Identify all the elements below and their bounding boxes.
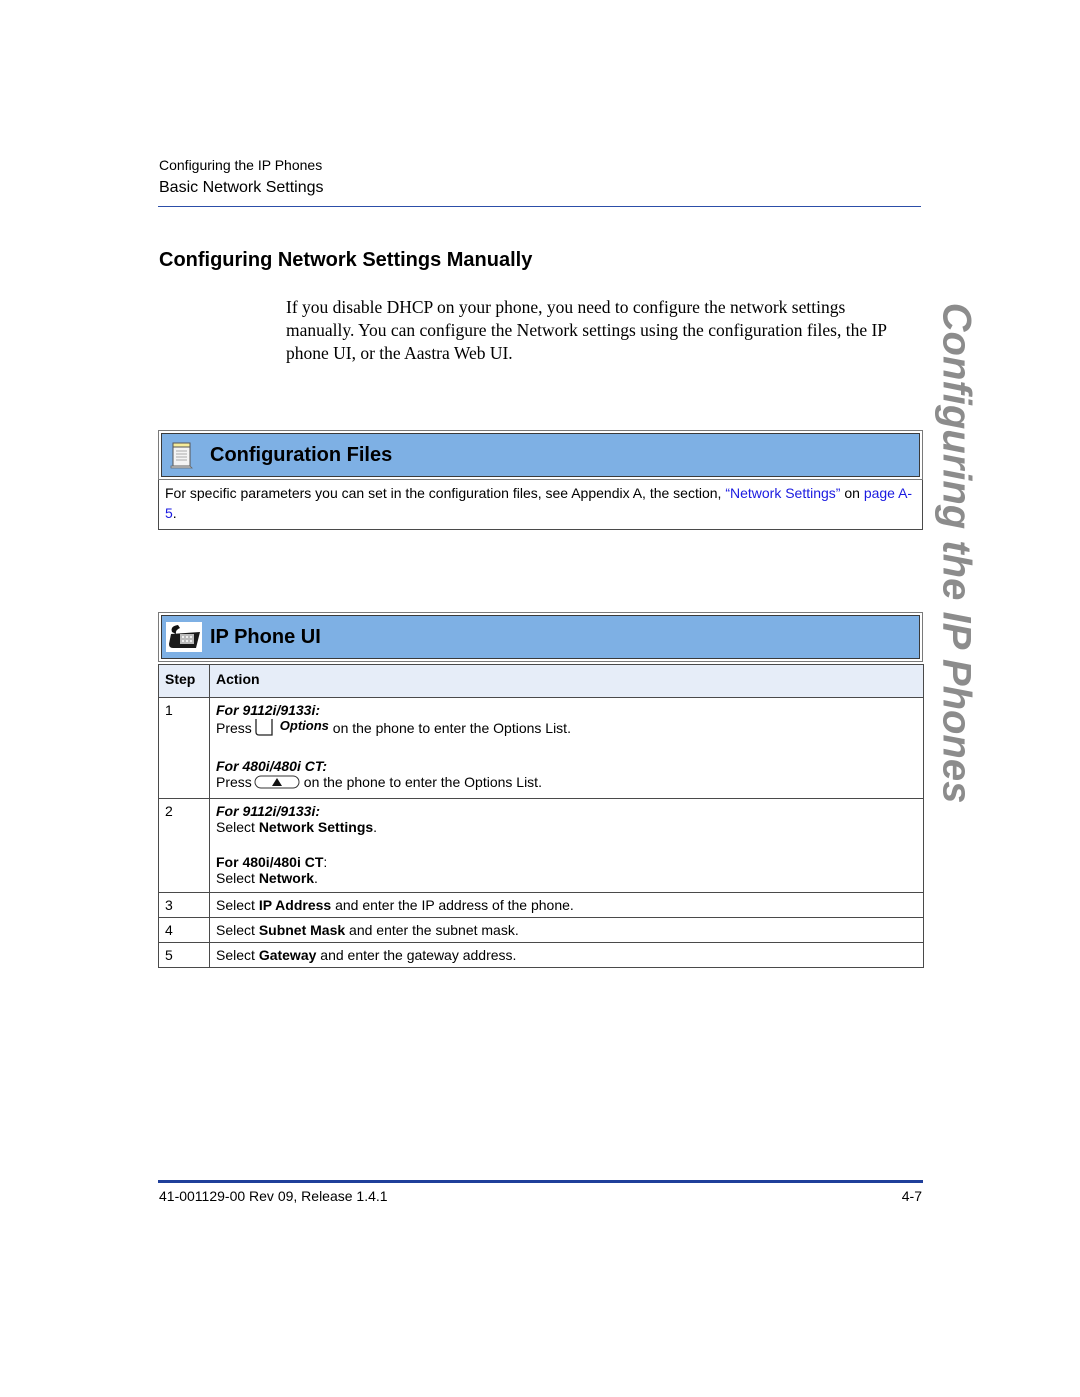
instruction-text: and enter the gateway address. [316, 947, 517, 963]
options-key-label: Options [279, 718, 329, 733]
phone-icon [166, 622, 202, 652]
instruction-text: Select [216, 897, 259, 913]
ip-phone-ui-title: IP Phone UI [210, 626, 321, 648]
column-header-step: Step [158, 664, 210, 698]
config-files-text-2: on [840, 485, 864, 501]
options-key-icon [254, 718, 276, 739]
config-files-title: Configuration Files [210, 444, 393, 466]
menu-item-name: Network Settings [258, 819, 374, 835]
page-title: Configuring Network Settings Manually [159, 249, 533, 271]
step-instruction: Press on the phone to enter the Options L… [216, 774, 917, 792]
model-heading: For 480i/480i CT: [216, 758, 328, 774]
model-heading-text: For 480i/480i CT [216, 854, 324, 870]
config-files-banner: Configuration Files [161, 433, 920, 477]
footer-rule [158, 1180, 923, 1183]
step-action: For 9112i/9133i: Select Network Settings… [209, 798, 924, 893]
step-number: 4 [158, 917, 210, 943]
column-header-action: Action [209, 664, 924, 698]
step-number: 3 [158, 892, 210, 918]
table-row: 1 For 9112i/9133i: Press Options on the p… [158, 697, 924, 799]
step-instruction: Select Network Settings. [216, 819, 917, 835]
model-heading-suffix: : [323, 854, 328, 870]
steps-table: Step Action 1 For 9112i/9133i: Press Opti… [158, 664, 924, 968]
step-instruction: Select Network. [216, 870, 917, 886]
step-number: 5 [158, 942, 210, 968]
ip-phone-ui-banner: IP Phone UI [161, 615, 920, 659]
ip-phone-ui-box: IP Phone UI [158, 612, 923, 662]
table-row: 3 Select IP Address and enter the IP add… [158, 892, 924, 918]
instruction-text: . [314, 870, 318, 886]
instruction-text: and enter the subnet mask. [345, 922, 519, 938]
step-number: 2 [158, 798, 210, 893]
table-row: 4 Select Subnet Mask and enter the subne… [158, 917, 924, 943]
network-settings-link[interactable]: “Network Settings” [725, 485, 840, 501]
chapter-side-tab-label: Configuring the IP Phones [934, 302, 979, 804]
instruction-text: . [373, 819, 378, 835]
menu-item-name: Gateway [258, 947, 317, 963]
config-files-text-3: . [172, 504, 177, 521]
instruction-text: Select [216, 870, 259, 886]
instruction-text: on the phone to enter the Options List. [332, 720, 571, 736]
instruction-text: Select [216, 819, 259, 835]
table-row: 5 Select Gateway and enter the gateway a… [158, 942, 924, 968]
steps-header-row: Step Action [158, 664, 924, 698]
instruction-text: Press [216, 774, 252, 790]
instruction-text: and enter the IP address of the phone. [331, 897, 574, 913]
running-header-chapter: Configuring the IP Phones [159, 157, 323, 173]
step-action: Select Gateway and enter the gateway add… [209, 942, 924, 968]
options-button-icon [254, 775, 300, 792]
instruction-text: Select [216, 922, 259, 938]
step-action: Select Subnet Mask and enter the subnet … [209, 917, 924, 943]
model-heading: For 9112i/9133i: [216, 702, 321, 718]
instruction-text: on the phone to enter the Options List. [303, 774, 542, 790]
menu-item-name: IP Address [258, 897, 332, 913]
menu-item-name: Network [258, 870, 315, 886]
document-icon [168, 441, 194, 469]
config-files-box: Configuration Files For specific paramet… [158, 430, 923, 530]
step-action: Select IP Address and enter the IP addre… [209, 892, 924, 918]
config-files-note: For specific parameters you can set in t… [158, 480, 923, 530]
config-files-text-1: For specific parameters you can set in t… [165, 485, 726, 501]
table-row: 2 For 9112i/9133i: Select Network Settin… [158, 798, 924, 893]
step-action: For 9112i/9133i: Press Options on the pho… [209, 697, 924, 799]
instruction-text: Press [216, 720, 252, 736]
footer-doc-id: 41-001129-00 Rev 09, Release 1.4.1 [159, 1188, 388, 1204]
instruction-text: Select [216, 947, 259, 963]
model-heading: For 9112i/9133i: [216, 803, 321, 819]
footer-page-number: 4-7 [901, 1188, 922, 1204]
chapter-side-tab: Configuring the IP Phones [934, 288, 979, 818]
running-header-section: Basic Network Settings [159, 179, 324, 196]
ip-phone-ui-banner-frame: IP Phone UI [158, 612, 923, 662]
intro-paragraph: If you disable DHCP on your phone, you n… [286, 297, 887, 363]
header-rule [158, 206, 921, 207]
model-heading: For 480i/480i CT: [216, 854, 917, 870]
menu-item-name: Subnet Mask [258, 922, 346, 938]
config-files-banner-frame: Configuration Files [158, 430, 923, 480]
step-instruction: Press Options on the phone to enter the O… [216, 718, 917, 739]
step-number: 1 [158, 697, 210, 799]
